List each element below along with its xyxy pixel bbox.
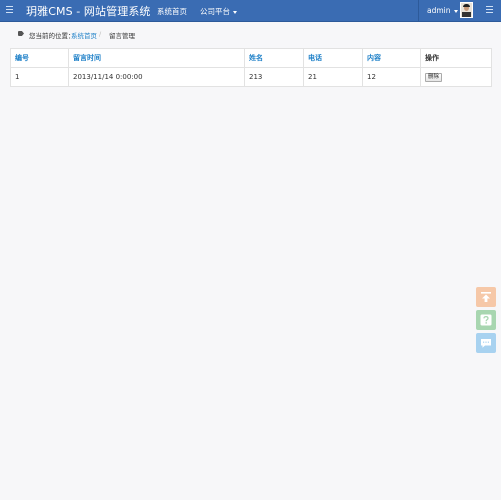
arrow-up-to-line-icon — [481, 292, 491, 302]
column-header-id[interactable]: 编号 — [10, 48, 69, 68]
breadcrumb: 您当前的位置： 系统首页 / 留言管理 — [10, 28, 491, 42]
cell-time: 2013/11/14 0:00:00 — [68, 67, 245, 87]
column-header-phone[interactable]: 电话 — [303, 48, 363, 68]
user-menu-toggle[interactable]: admin — [427, 6, 458, 15]
nav-company-platform[interactable]: 公司平台 — [200, 6, 237, 17]
column-header-name[interactable]: 姓名 — [244, 48, 304, 68]
table-row: 1 2013/11/14 0:00:00 213 21 12 删除 — [10, 67, 492, 87]
breadcrumb-home-link[interactable]: 系统首页 — [71, 30, 97, 40]
chevron-down-icon — [233, 10, 237, 14]
message-table: 编号 留言时间 姓名 电话 内容 操作 1 2013/11/14 0:00:00… — [10, 48, 492, 87]
user-menu[interactable]: admin — [418, 0, 479, 21]
cell-phone: 21 — [303, 67, 363, 87]
top-navbar: 玥雅CMS - 网站管理系统 系统首页 公司平台 admin — [0, 0, 501, 22]
chat-icon — [481, 339, 491, 348]
column-header-action: 操作 — [420, 48, 492, 68]
cell-id: 1 — [10, 67, 69, 87]
right-panel-toggle-icon[interactable] — [486, 6, 493, 14]
breadcrumb-separator: / — [99, 30, 102, 38]
feedback-button[interactable] — [476, 333, 496, 353]
cell-content: 12 — [362, 67, 421, 87]
column-header-content[interactable]: 内容 — [362, 48, 421, 68]
column-header-time[interactable]: 留言时间 — [68, 48, 245, 68]
nav-home[interactable]: 系统首页 — [157, 6, 187, 17]
nav-company-platform-label: 公司平台 — [200, 7, 230, 16]
chevron-down-icon — [453, 9, 458, 13]
breadcrumb-prefix: 您当前的位置： — [29, 32, 75, 40]
tag-icon — [18, 31, 24, 36]
user-name: admin — [427, 6, 451, 15]
cell-name: 213 — [244, 67, 304, 87]
breadcrumb-current: 留言管理 — [109, 32, 135, 40]
help-button[interactable] — [476, 310, 496, 330]
avatar[interactable] — [460, 2, 473, 18]
table-header-row: 编号 留言时间 姓名 电话 内容 操作 — [10, 48, 492, 68]
app-title: 玥雅CMS - 网站管理系统 — [26, 5, 151, 18]
question-icon — [480, 314, 492, 326]
cell-action: 删除 — [420, 67, 492, 87]
delete-button[interactable]: 删除 — [425, 73, 443, 82]
back-to-top-button[interactable] — [476, 287, 496, 307]
sidebar-toggle-icon[interactable] — [6, 6, 13, 14]
